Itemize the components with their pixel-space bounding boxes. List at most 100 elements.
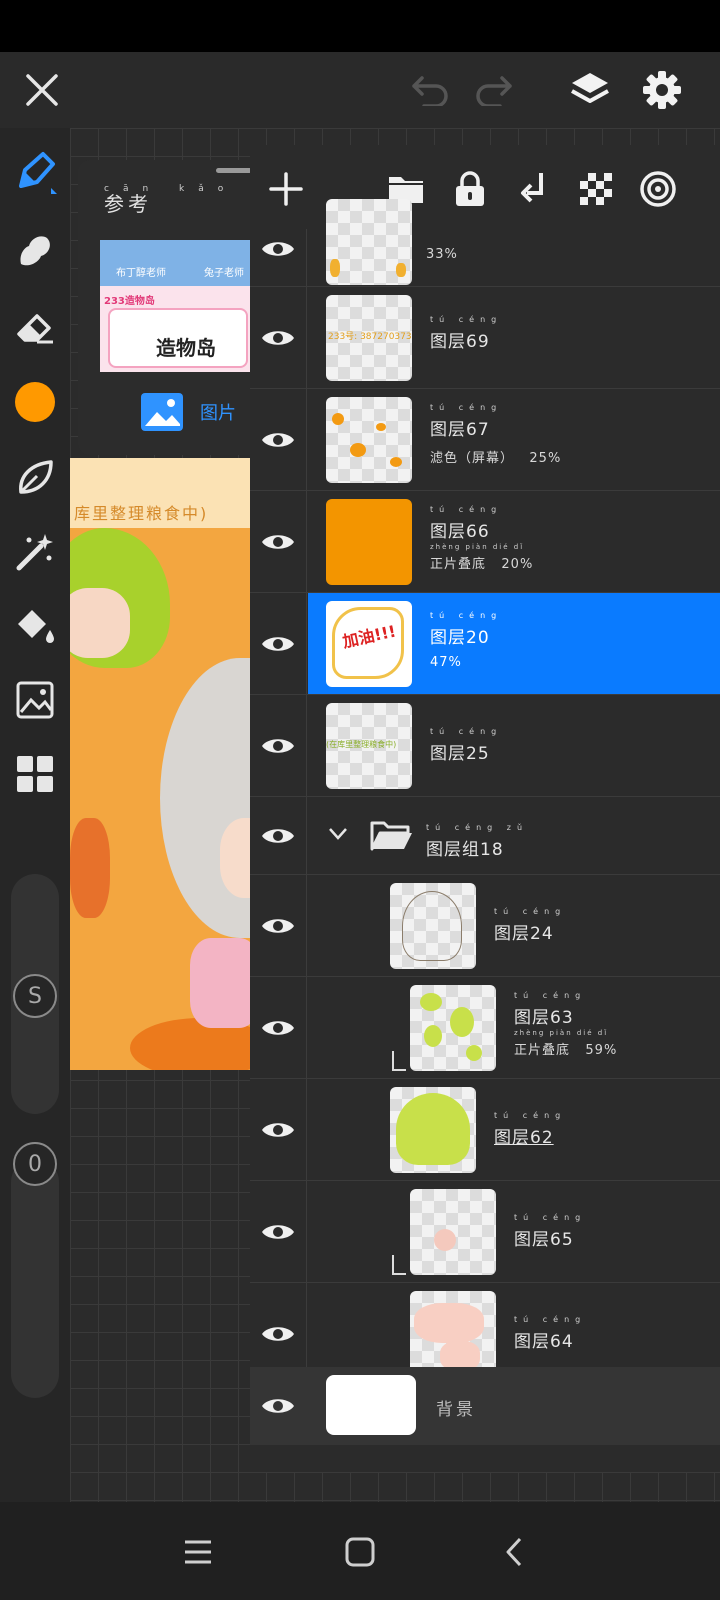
layer-name: 图层62 bbox=[494, 1128, 554, 1148]
layer-row[interactable]: 233号: 387270373 tú céng 图层69 bbox=[250, 287, 720, 389]
group-pinyin: tú céng zǔ bbox=[426, 823, 529, 832]
layer-row[interactable]: tú céng 图层66 zhèng piàn dié dǐ 正片叠底 20% bbox=[250, 491, 720, 593]
layer-group-row[interactable]: tú céng zǔ 图层组18 bbox=[250, 797, 720, 875]
close-icon[interactable] bbox=[18, 66, 66, 114]
opacity-badge: 0 bbox=[13, 1142, 57, 1186]
reference-panel: cān kǎo 参考 布丁醇老师 兔子老师 233造物岛 造物岛 图片 bbox=[78, 160, 254, 455]
add-icon[interactable] bbox=[264, 167, 308, 211]
layer-pinyin: tú céng bbox=[430, 727, 503, 736]
visibility-eye-icon[interactable] bbox=[260, 1394, 296, 1418]
layer-pinyin: tú céng bbox=[514, 991, 587, 1000]
opacity-slider[interactable] bbox=[11, 1158, 59, 1398]
transparency-icon[interactable] bbox=[574, 167, 618, 211]
layer-info: 33% bbox=[426, 247, 458, 262]
layer-pinyin: tú céng bbox=[514, 1213, 587, 1222]
size-badge: S bbox=[13, 974, 57, 1018]
visibility-eye-icon[interactable] bbox=[260, 632, 296, 656]
layer-blend-mode: 正片叠底 59% bbox=[514, 1043, 618, 1058]
blend-pinyin: zhèng piàn dié dǐ bbox=[430, 543, 525, 551]
layer-row[interactable]: tú céng 图层64 bbox=[250, 1283, 720, 1367]
menu-icon[interactable] bbox=[178, 1532, 218, 1572]
reference-image-button[interactable]: 图片 bbox=[140, 392, 236, 432]
home-icon[interactable] bbox=[340, 1532, 380, 1572]
image-button-label: 图片 bbox=[200, 403, 236, 424]
layer-name: 图层24 bbox=[494, 924, 554, 944]
background-thumbnail bbox=[326, 1375, 416, 1435]
image-icon bbox=[141, 393, 183, 431]
layer-row[interactable]: tú céng 图层67 滤色（屏幕） 25% bbox=[250, 389, 720, 491]
reference-image[interactable]: 布丁醇老师 兔子老师 233造物岛 造物岛 bbox=[100, 240, 250, 372]
visibility-eye-icon[interactable] bbox=[260, 1220, 296, 1244]
grid-icon[interactable] bbox=[11, 750, 59, 798]
layer-name: 图层67 bbox=[430, 420, 490, 440]
layer-row[interactable]: tú céng 图层62 bbox=[250, 1079, 720, 1181]
ref-text-2: 兔子老师 bbox=[204, 268, 244, 279]
layer-panel: 33% 233号: 387270373 tú céng 图层69 tú céng… bbox=[250, 145, 720, 1472]
top-toolbar bbox=[0, 52, 720, 128]
background-layer-name: 背景 bbox=[436, 1400, 476, 1420]
visibility-eye-icon[interactable] bbox=[260, 1118, 296, 1142]
merge-down-icon[interactable] bbox=[512, 167, 556, 211]
layer-thumbnail bbox=[410, 985, 496, 1071]
ref-text-1: 布丁醇老师 bbox=[116, 268, 166, 279]
magic-wand-icon[interactable] bbox=[11, 528, 59, 576]
color-swatch[interactable] bbox=[11, 378, 59, 426]
layer-blend-mode: 正片叠底 20% bbox=[430, 557, 534, 572]
layer-name: 图层25 bbox=[430, 744, 490, 764]
leaf-brush-icon[interactable] bbox=[11, 454, 59, 502]
visibility-eye-icon[interactable] bbox=[260, 237, 296, 261]
layer-thumbnail bbox=[390, 883, 476, 969]
layer-name: 图层69 bbox=[430, 332, 490, 352]
layer-row[interactable]: (在库里整理粮食中) tú céng 图层25 bbox=[250, 695, 720, 797]
panel-drag-handle[interactable] bbox=[216, 168, 252, 173]
layer-pinyin: tú céng bbox=[494, 1111, 567, 1120]
layer-pinyin: tú céng bbox=[430, 403, 503, 412]
layer-thumbnail: 233号: 387270373 bbox=[326, 295, 412, 381]
brush-icon[interactable] bbox=[11, 148, 59, 196]
background-layer-row[interactable]: 背景 bbox=[250, 1367, 720, 1445]
group-name: 图层组18 bbox=[426, 840, 504, 860]
eraser-icon[interactable] bbox=[11, 302, 59, 350]
layers-icon[interactable] bbox=[566, 66, 614, 114]
visibility-eye-icon[interactable] bbox=[260, 326, 296, 350]
layer-name: 图层64 bbox=[514, 1332, 574, 1352]
layer-thumbnail bbox=[410, 1291, 496, 1367]
back-icon[interactable] bbox=[494, 1532, 534, 1572]
image-edit-icon[interactable] bbox=[11, 676, 59, 724]
undo-icon[interactable] bbox=[406, 66, 454, 114]
layer-name: 图层66 bbox=[430, 522, 490, 542]
layer-thumbnail: 加油!!! bbox=[326, 601, 412, 687]
visibility-eye-icon[interactable] bbox=[260, 1322, 296, 1346]
layer-pinyin: tú céng bbox=[430, 611, 503, 620]
ref-text-4: 造物岛 bbox=[156, 336, 216, 360]
layer-thumbnail: (在库里整理粮食中) bbox=[326, 703, 412, 789]
visibility-eye-icon[interactable] bbox=[260, 428, 296, 452]
layer-pinyin: tú céng bbox=[494, 907, 567, 916]
visibility-eye-icon[interactable] bbox=[260, 914, 296, 938]
layer-row-selected[interactable]: 加油!!! tú céng 图层20 47% bbox=[250, 593, 720, 695]
visibility-eye-icon[interactable] bbox=[260, 530, 296, 554]
layer-blend-mode: 滤色（屏幕） 25% bbox=[430, 451, 562, 466]
gear-icon[interactable] bbox=[638, 66, 686, 114]
fill-bucket-icon[interactable] bbox=[11, 602, 59, 650]
target-icon[interactable] bbox=[636, 167, 680, 211]
visibility-eye-icon[interactable] bbox=[260, 734, 296, 758]
layer-thumbnail bbox=[410, 1189, 496, 1275]
redo-icon[interactable] bbox=[470, 66, 518, 114]
layer-row[interactable]: tú céng 图层65 bbox=[250, 1181, 720, 1283]
system-nav-bar bbox=[0, 1502, 720, 1600]
chevron-down-icon[interactable] bbox=[328, 827, 348, 841]
folder-open-icon bbox=[370, 821, 412, 851]
layer-row[interactable]: 33% bbox=[250, 199, 720, 287]
visibility-eye-icon[interactable] bbox=[260, 824, 296, 848]
smudge-icon[interactable] bbox=[11, 226, 59, 274]
layer-name: 图层63 bbox=[514, 1008, 574, 1028]
clipping-arrow-icon bbox=[392, 1255, 406, 1275]
layer-row[interactable]: tú céng 图层63 zhèng piàn dié dǐ 正片叠底 59% bbox=[250, 977, 720, 1079]
layer-row[interactable]: tú céng 图层24 bbox=[250, 875, 720, 977]
tool-sidebar: S 0 bbox=[0, 128, 70, 1502]
layer-thumbnail bbox=[390, 1087, 476, 1173]
visibility-eye-icon[interactable] bbox=[260, 1016, 296, 1040]
lock-icon[interactable] bbox=[448, 167, 492, 211]
artwork-canvas[interactable]: 库里整理粮食中) bbox=[70, 458, 250, 1070]
